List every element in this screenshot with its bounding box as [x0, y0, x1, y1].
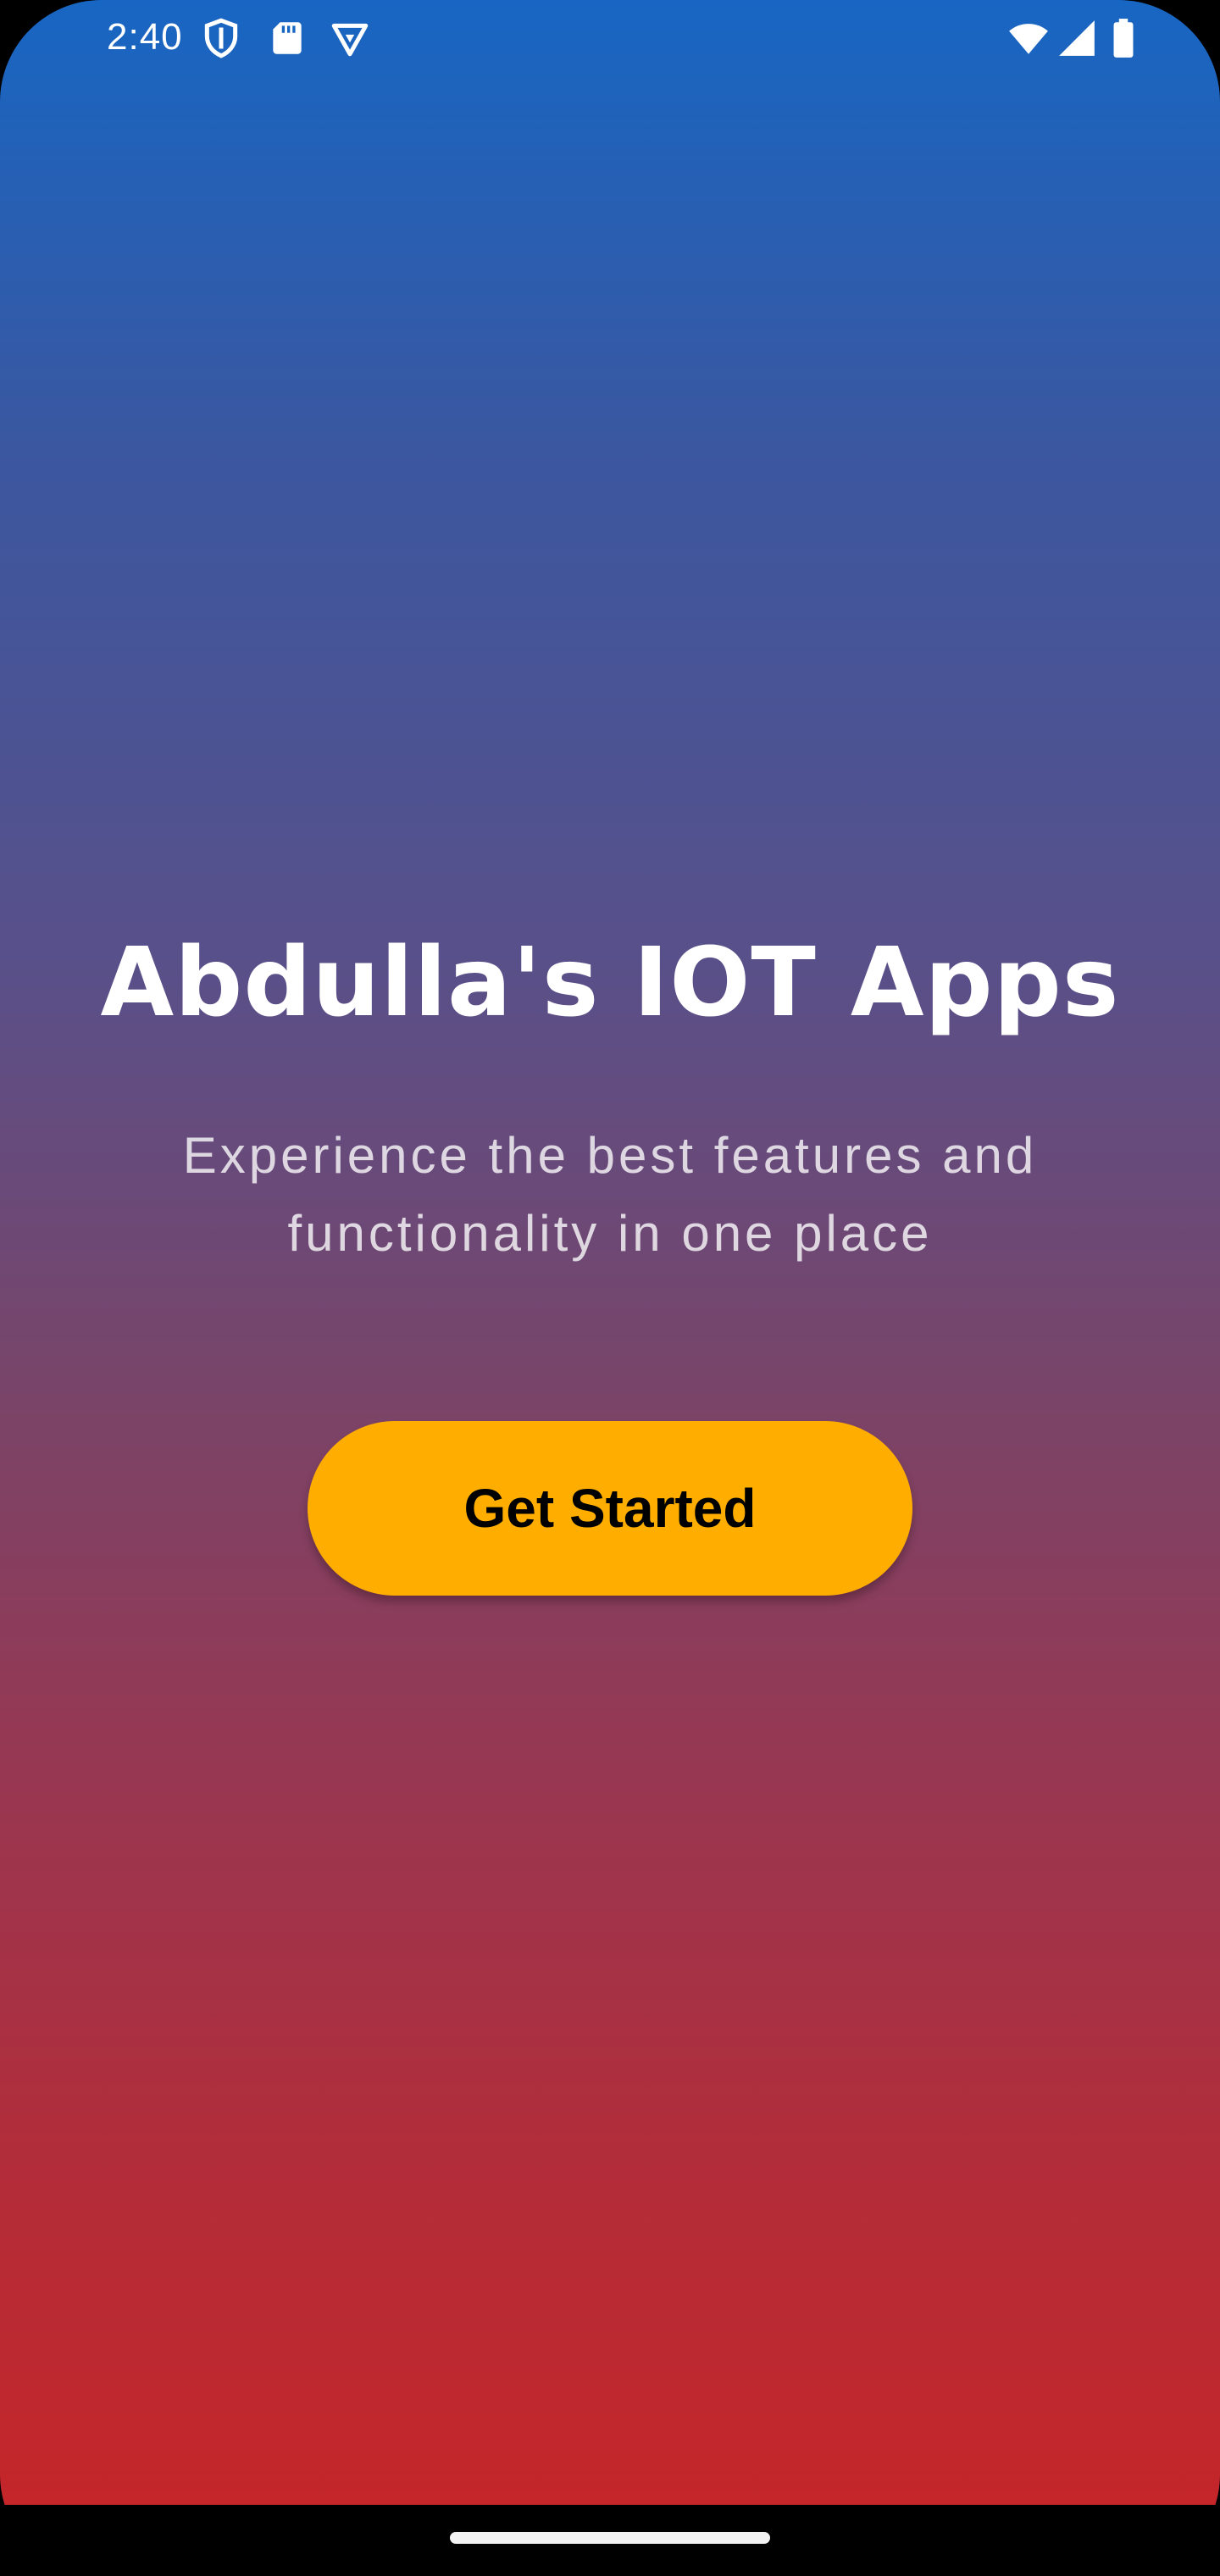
status-time: 2:40: [107, 16, 183, 58]
app-subtitle: Experience the best features and functio…: [136, 1117, 1084, 1273]
home-gesture-handle[interactable]: [450, 2532, 770, 2544]
wifi-icon: [1005, 17, 1052, 59]
sd-card-icon: [266, 17, 308, 59]
subtitle-line-2: functionality in one place: [287, 1205, 933, 1262]
cellular-signal-icon: [1056, 17, 1098, 59]
app-title: Abdulla's IOT Apps: [100, 928, 1120, 1038]
get-started-button[interactable]: Get Started: [308, 1421, 912, 1596]
vpn-badge-icon: [329, 17, 371, 59]
battery-icon: [1106, 17, 1140, 59]
subtitle-line-1: Experience the best features and: [182, 1127, 1038, 1184]
shield-icon: [200, 17, 242, 59]
get-started-label: Get Started: [463, 1478, 757, 1539]
app-screen: 2:40 Abdulla's IOT Apps Experience the b…: [0, 0, 1220, 2576]
status-bar: 2:40: [0, 0, 1220, 76]
